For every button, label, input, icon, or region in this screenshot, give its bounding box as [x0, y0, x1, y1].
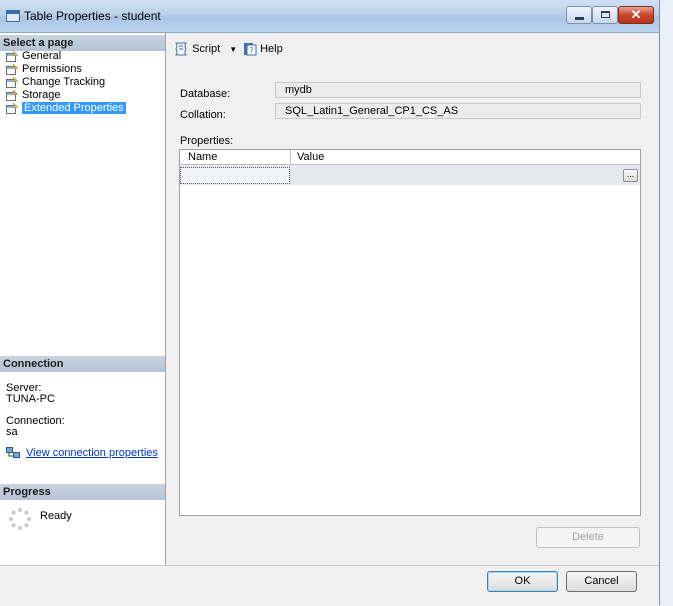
page-icon [6, 64, 18, 75]
page-item-label: Change Tracking [22, 76, 106, 88]
close-button[interactable]: ✕ [618, 6, 654, 24]
page-item-label: Permissions [22, 63, 82, 75]
script-icon [175, 42, 187, 56]
chevron-down-icon[interactable]: ▼ [229, 45, 237, 54]
left-pane: Select a page General Permissions Change… [0, 33, 166, 565]
table-window-icon [6, 10, 20, 22]
table-properties-window: Table Properties - student ✕ Select a pa… [0, 0, 660, 606]
connection-header: Connection [0, 356, 165, 372]
toolbar: Script ▼ ? Help [166, 33, 659, 63]
close-icon: ✕ [630, 7, 642, 22]
maximize-button[interactable] [592, 6, 618, 24]
dialog-footer: OK Cancel [0, 565, 659, 606]
window-title: Table Properties - student [24, 9, 161, 23]
grid-header: Name Value [180, 150, 640, 165]
page-icon [6, 90, 18, 101]
progress-header: Progress [0, 484, 165, 500]
page-item-change-tracking[interactable]: Change Tracking [4, 76, 164, 89]
ok-button[interactable]: OK [487, 571, 558, 592]
column-header-name[interactable]: Name [188, 151, 217, 163]
view-connection-properties-link[interactable]: View connection properties [26, 447, 158, 459]
page-icon [6, 77, 18, 88]
ellipsis-button[interactable]: ... [623, 169, 638, 182]
properties-grid[interactable]: Name Value ... [179, 149, 641, 516]
page-item-storage[interactable]: Storage [4, 89, 164, 102]
page-item-permissions[interactable]: Permissions [4, 63, 164, 76]
table-row[interactable]: ... [180, 165, 640, 185]
delete-button[interactable]: Delete [536, 527, 640, 548]
script-label: Script [192, 42, 221, 55]
collation-label: Collation: [180, 109, 226, 121]
script-button[interactable]: Script ▼ [173, 42, 237, 56]
connection-properties-icon [6, 447, 20, 458]
help-button[interactable]: ? Help [243, 42, 283, 56]
select-page-header: Select a page [0, 35, 165, 51]
name-cell[interactable] [180, 167, 290, 184]
page-item-general[interactable]: General [4, 50, 164, 63]
database-label: Database: [180, 88, 231, 100]
svg-text:?: ? [249, 46, 253, 55]
cancel-button[interactable]: Cancel [566, 571, 637, 592]
page-icon [6, 51, 18, 62]
page-list: General Permissions Change Tracking Stor… [4, 50, 164, 115]
minimize-icon [575, 17, 584, 20]
minimize-button[interactable] [566, 6, 592, 24]
column-divider[interactable] [290, 150, 291, 164]
progress-spinner-icon [9, 508, 31, 530]
collation-field: SQL_Latin1_General_CP1_CS_AS [275, 103, 641, 119]
page-icon [6, 103, 18, 114]
help-icon: ? [244, 43, 257, 56]
properties-label: Properties: [180, 135, 234, 147]
help-label: Help [260, 42, 283, 55]
server-value: TUNA-PC [6, 393, 55, 405]
page-item-extended-properties[interactable]: Extended Properties [4, 102, 164, 115]
connection-value: sa [6, 426, 18, 438]
database-field: mydb [275, 82, 641, 98]
column-header-value[interactable]: Value [297, 151, 324, 163]
progress-status: Ready [40, 510, 72, 522]
page-item-label: Extended Properties [22, 102, 126, 114]
page-item-label: General [22, 50, 62, 62]
title-bar: Table Properties - student ✕ [0, 0, 659, 33]
page-item-label: Storage [22, 89, 61, 101]
maximize-icon [601, 11, 610, 18]
